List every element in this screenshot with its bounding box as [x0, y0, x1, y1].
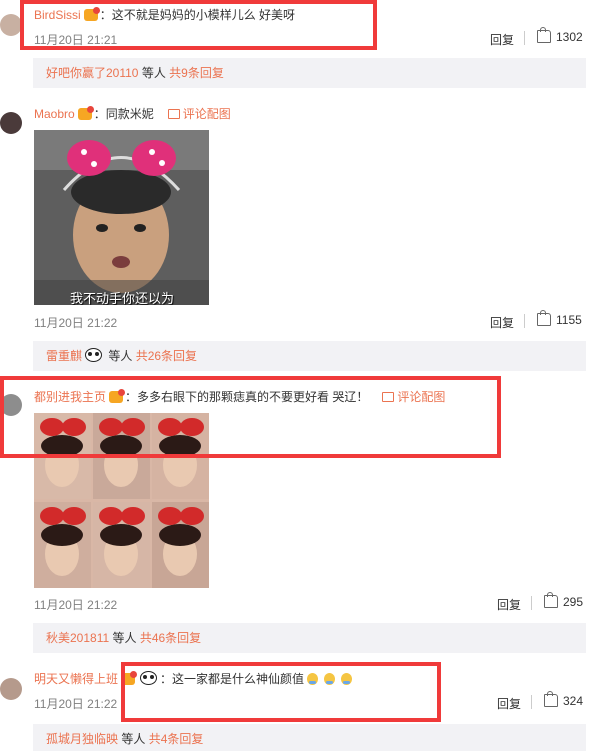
image-caption: 我不动手你还以为: [70, 291, 175, 305]
divider: [524, 31, 525, 45]
comment-picture-link[interactable]: 评论配图: [167, 107, 231, 121]
highlight-box: [121, 662, 441, 722]
divider: [524, 314, 525, 328]
avatar[interactable]: [0, 678, 22, 700]
like-icon: [537, 310, 551, 326]
username-link[interactable]: 明天又懒得上班: [34, 672, 118, 686]
comment-time: 11月20日 21:22: [34, 697, 118, 711]
like-icon: [544, 691, 558, 707]
highlight-box: [20, 0, 377, 50]
sub-replies-bar[interactable]: 秋美201811 等人 共46条回复: [33, 623, 586, 653]
reply-button[interactable]: 回复: [497, 695, 521, 712]
username-link[interactable]: Maobro: [34, 107, 75, 121]
sub-reply-count[interactable]: 共4条回复: [149, 732, 204, 746]
meme-illustration: [34, 130, 209, 305]
comment-text: 同款米妮: [105, 107, 154, 121]
reply-button[interactable]: 回复: [490, 31, 514, 48]
reply-button[interactable]: 回复: [490, 314, 514, 331]
comment-line: Maobro ：同款米妮 评论配图: [34, 106, 231, 121]
panda-emoji-icon: [85, 348, 103, 362]
comment-image[interactable]: 我不动手你还以为: [34, 130, 209, 305]
sub-reply-count[interactable]: 共26条回复: [136, 349, 197, 363]
like-icon: [537, 27, 551, 43]
sub-reply-count[interactable]: 共46条回复: [140, 631, 201, 645]
avatar[interactable]: [0, 14, 22, 36]
like-button[interactable]: 1155: [537, 310, 582, 327]
like-count: 1302: [556, 30, 583, 44]
sub-replies-bar[interactable]: 雷重麒 等人 共26条回复: [33, 341, 586, 371]
like-button[interactable]: 1302: [537, 27, 583, 44]
like-count: 1155: [556, 313, 582, 327]
sub-reply-user[interactable]: 好吧你赢了20110: [46, 66, 138, 80]
comment-time: 11月20日 21:22: [34, 316, 118, 330]
vip-badge-icon: [77, 106, 94, 120]
picture-icon: [167, 109, 180, 119]
like-button[interactable]: 324: [544, 691, 584, 708]
like-button[interactable]: 295: [544, 592, 584, 609]
sub-replies-bar[interactable]: 孤城月独临映 等人 共4条回复: [33, 724, 586, 751]
sub-reply-user[interactable]: 孤城月独临映: [46, 732, 118, 746]
highlight-box: [0, 376, 501, 458]
reply-button[interactable]: 回复: [497, 596, 521, 613]
sub-reply-count[interactable]: 共9条回复: [169, 66, 224, 80]
comment-time: 11月20日 21:22: [34, 598, 118, 612]
like-count: 324: [563, 694, 584, 708]
sub-reply-user[interactable]: 雷重麒: [46, 349, 82, 363]
like-icon: [544, 592, 558, 608]
divider: [531, 695, 532, 709]
sub-reply-user[interactable]: 秋美201811: [46, 631, 109, 645]
avatar[interactable]: [0, 112, 22, 134]
divider: [531, 596, 532, 610]
sub-replies-bar[interactable]: 好吧你赢了20110 等人 共9条回复: [33, 58, 586, 88]
like-count: 295: [563, 595, 584, 609]
